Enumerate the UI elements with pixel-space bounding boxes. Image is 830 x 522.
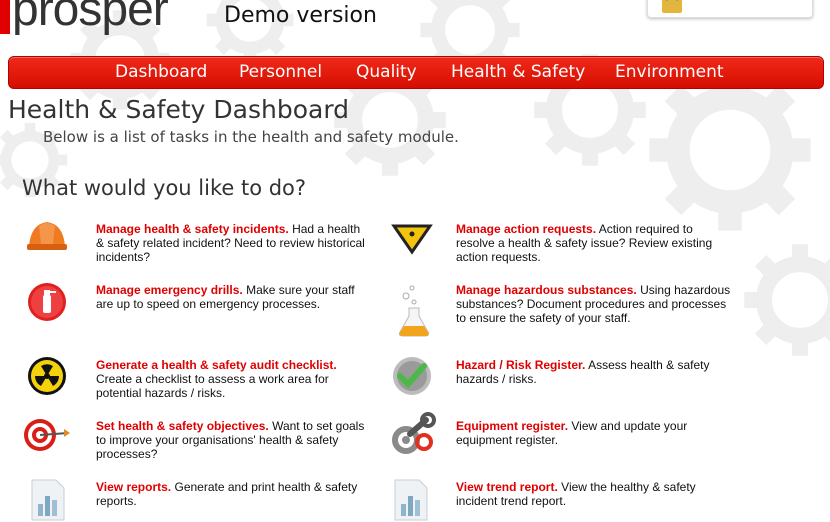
task-text: Hazard / Risk Register. Assess health & … [456,358,731,386]
task-text: Set health & safety objectives. Want to … [96,419,371,461]
task-desc: Create a checklist to assess a work area… [96,372,329,400]
link-view-reports[interactable]: View reports. [96,480,171,494]
link-objectives[interactable]: Set health & safety objectives. [96,419,269,433]
task-text: Manage emergency drills. Make sure your … [96,283,371,311]
lock-icon [662,0,682,13]
logo-text: prosper [12,0,169,36]
task-text: Manage hazardous substances. Using hazar… [456,283,731,325]
task-item: Set health & safety objectives. Want to … [96,419,371,461]
link-hazardous-substances[interactable]: Manage hazardous substances. [456,283,637,297]
task-item: Manage action requests. Action required … [456,222,731,264]
page-title: Health & Safety Dashboard [8,95,350,124]
nav-environment[interactable]: Environment [615,57,724,88]
task-item: Equipment register. View and update your… [456,419,731,447]
task-item: View reports. Generate and print health … [96,480,371,508]
link-trend-report[interactable]: View trend report. [456,480,558,494]
task-text: Manage health & safety incidents. Had a … [96,222,371,264]
target-icon [24,419,70,451]
link-audit-checklist[interactable]: Generate a health & safety audit checkli… [96,358,337,372]
logo-bar [0,0,10,34]
task-item: Manage health & safety incidents. Had a … [96,222,371,264]
task-item: Manage emergency drills. Make sure your … [96,283,371,311]
checkmark-icon [393,357,431,395]
task-item: View trend report. View the healthy & sa… [456,480,731,508]
task-text: Generate a health & safety audit checkli… [96,358,371,400]
demo-version-label: Demo version [224,3,377,28]
fire-extinguisher-icon [28,283,66,321]
task-text: Manage action requests. Action required … [456,222,731,264]
task-prompt: What would you like to do? [22,176,307,200]
task-item: Hazard / Risk Register. Assess health & … [456,358,731,386]
flask-icon [398,285,430,337]
radiation-icon [28,357,66,395]
nav-quality[interactable]: Quality [356,57,417,88]
warning-sign-icon [391,224,433,255]
link-manage-incidents[interactable]: Manage health & safety incidents. [96,222,289,236]
nav-dashboard[interactable]: Dashboard [115,57,207,88]
hard-hat-icon [27,222,67,250]
task-item: Generate a health & safety audit checkli… [96,358,371,400]
main-nav: Dashboard Personnel Quality Health & Saf… [8,56,824,89]
login-widget[interactable] [647,0,813,18]
task-text: Equipment register. View and update your… [456,419,731,447]
link-risk-register[interactable]: Hazard / Risk Register. [456,358,585,372]
gear-wrench-icon [392,412,436,454]
page-subtitle: Below is a list of tasks in the health a… [43,128,459,146]
link-equipment-register[interactable]: Equipment register. [456,419,568,433]
task-item: Manage hazardous substances. Using hazar… [456,283,731,325]
bar-chart-icon [394,479,428,521]
nav-health-safety[interactable]: Health & Safety [451,57,585,88]
link-emergency-drills[interactable]: Manage emergency drills. [96,283,243,297]
nav-personnel[interactable]: Personnel [239,57,322,88]
task-text: View trend report. View the healthy & sa… [456,480,731,508]
task-text: View reports. Generate and print health … [96,480,371,508]
bar-chart-icon [31,479,65,521]
link-action-requests[interactable]: Manage action requests. [456,222,596,236]
